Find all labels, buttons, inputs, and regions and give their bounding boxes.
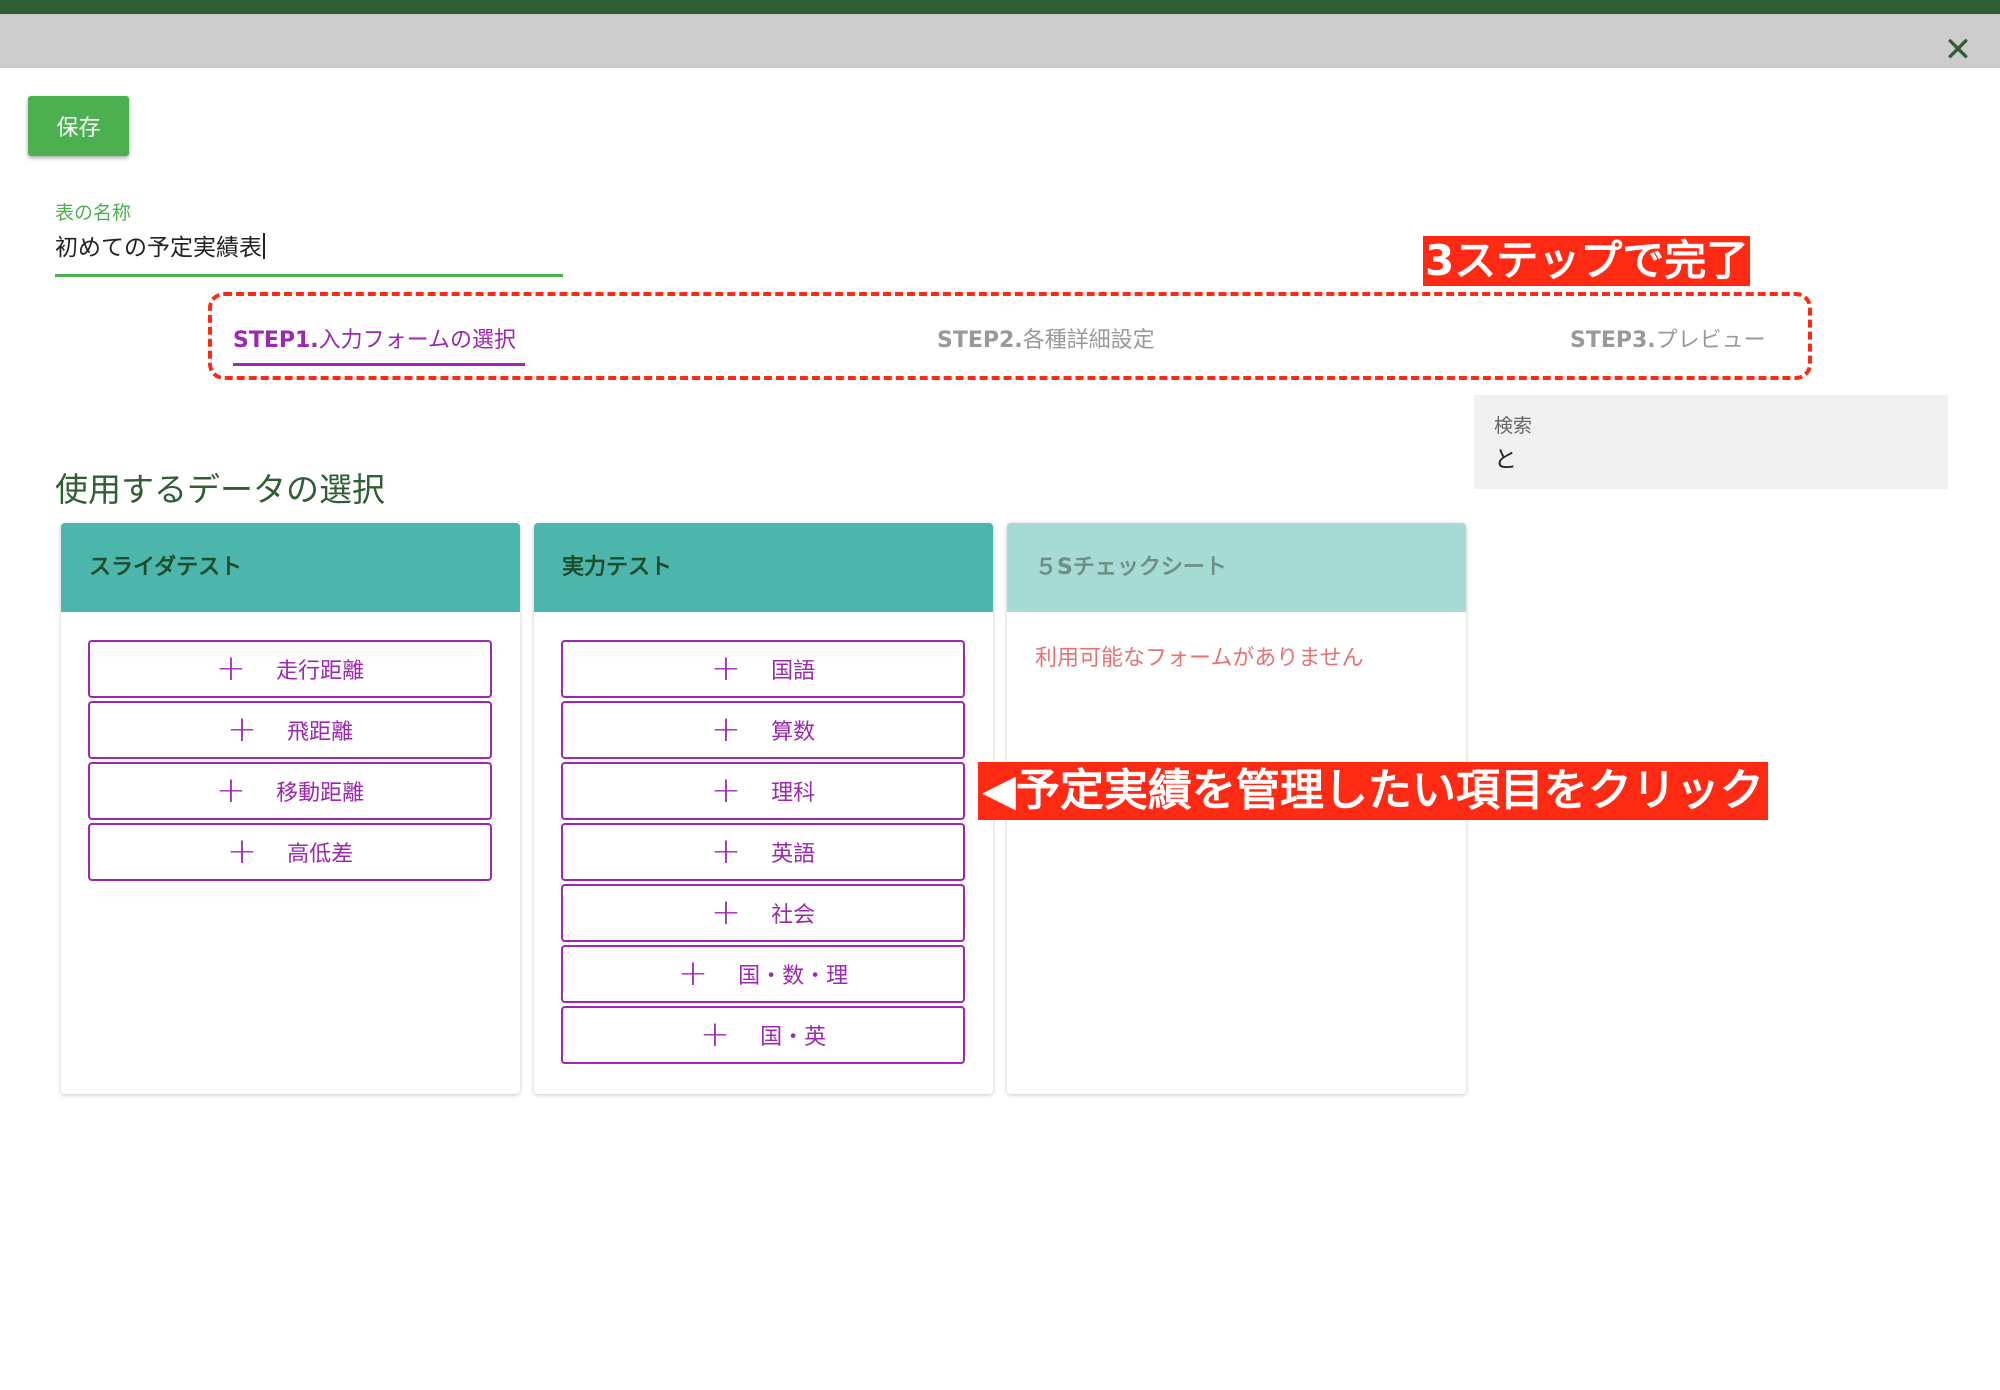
click-callout: ◀予定実績を管理したい項目をクリック	[978, 762, 1768, 820]
dialog-title-bar: ✕	[0, 14, 2000, 68]
form-button-label: 国語	[771, 659, 816, 684]
plus-icon: +	[710, 892, 742, 933]
search-field[interactable]: 検索	[1474, 395, 1948, 489]
form-button-label: 国・英	[760, 1025, 827, 1050]
add-form-button[interactable]: + 移動距離	[88, 762, 492, 820]
plus-icon: +	[710, 648, 742, 689]
tab-step3[interactable]: STEP3.プレビュー	[1570, 322, 1766, 354]
step2-name: 各種詳細設定	[1022, 328, 1155, 353]
add-form-button[interactable]: + 英語	[561, 823, 965, 881]
search-label: 検索	[1494, 415, 1533, 437]
add-form-button[interactable]: + 国・英	[561, 1006, 965, 1064]
plus-icon: +	[710, 770, 742, 811]
step2-prefix: STEP2.	[937, 328, 1023, 353]
table-name-value: 初めての予定実績表	[55, 235, 262, 261]
data-card-ability-test: 実力テスト + 国語 + 算数 + 理科 + 英語 + 社会 + 国・数・理 + 国・英	[534, 523, 993, 1094]
add-form-button[interactable]: + 算数	[561, 701, 965, 759]
section-title: 使用するデータの選択	[55, 470, 385, 509]
form-button-label: 理科	[771, 781, 816, 806]
step3-name: プレビュー	[1655, 328, 1766, 353]
step1-prefix: STEP1.	[233, 328, 319, 353]
data-card-slider-test: スライダテスト + 走行距離 + 飛距離 + 移動距離 + 高低差	[61, 523, 520, 1094]
table-name-field[interactable]: 表の名称 初めての予定実績表	[55, 198, 563, 278]
close-icon[interactable]: ✕	[1940, 32, 1976, 68]
steps-callout: 3ステップで完了	[1423, 236, 1751, 286]
step3-prefix: STEP3.	[1570, 328, 1656, 353]
plus-icon: +	[215, 648, 247, 689]
form-button-label: 算数	[771, 720, 816, 745]
add-form-button[interactable]: + 走行距離	[88, 640, 492, 698]
plus-icon: +	[215, 770, 247, 811]
form-button-label: 高低差	[287, 842, 354, 867]
add-form-button[interactable]: + 理科	[561, 762, 965, 820]
form-button-label: 走行距離	[276, 659, 365, 684]
plus-icon: +	[710, 709, 742, 750]
add-form-button[interactable]: + 国・数・理	[561, 945, 965, 1003]
active-step-indicator	[233, 363, 525, 366]
card-title: スライダテスト	[61, 523, 520, 612]
plus-icon: +	[699, 1014, 731, 1055]
plus-icon: +	[226, 709, 258, 750]
search-input[interactable]	[1494, 439, 1924, 475]
tab-step2[interactable]: STEP2.各種詳細設定	[937, 322, 1155, 354]
plus-icon: +	[710, 831, 742, 872]
empty-message: 利用可能なフォームがありません	[1035, 646, 1364, 671]
card-title: 実力テスト	[534, 523, 993, 612]
add-form-button[interactable]: + 高低差	[88, 823, 492, 881]
plus-icon: +	[677, 953, 709, 994]
add-form-button[interactable]: + 国語	[561, 640, 965, 698]
add-form-button[interactable]: + 社会	[561, 884, 965, 942]
table-name-label: 表の名称	[55, 202, 132, 224]
form-button-label: 社会	[771, 903, 816, 928]
form-button-label: 移動距離	[276, 781, 365, 806]
save-button[interactable]: 保存	[28, 96, 129, 156]
form-button-label: 飛距離	[287, 720, 354, 745]
tab-step1[interactable]: STEP1.入力フォームの選択	[233, 322, 516, 354]
add-form-button[interactable]: + 飛距離	[88, 701, 492, 759]
table-name-underline	[55, 274, 563, 277]
card-title: ５Sチェックシート	[1007, 523, 1466, 612]
form-button-label: 国・数・理	[738, 964, 849, 989]
plus-icon: +	[226, 831, 258, 872]
table-name-input[interactable]: 初めての予定実績表	[55, 228, 265, 262]
form-button-label: 英語	[771, 842, 816, 867]
text-caret	[263, 233, 265, 259]
app-header-bar	[0, 0, 2000, 14]
step1-name: 入力フォームの選択	[318, 328, 517, 353]
